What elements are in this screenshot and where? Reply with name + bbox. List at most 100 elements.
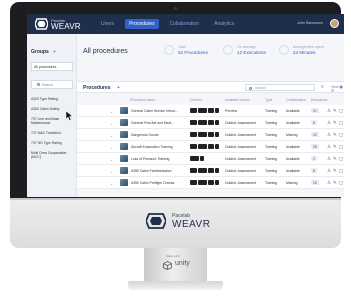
procedure-thumbnail <box>120 155 128 162</box>
sidebar-item-mcc[interactable]: Multi Crew Cooperation (MCC) <box>31 151 75 159</box>
user-icon[interactable]: ♙ <box>327 108 331 114</box>
edit-icon[interactable]: ✎ <box>333 156 337 162</box>
procedure-type: Training <box>265 157 278 161</box>
page-title: All procedures <box>83 48 128 55</box>
available-modes: Guided, Assessment <box>225 145 257 149</box>
imac-mockup: Pacelab WEAVR Users Procedures Collabora… <box>0 0 351 298</box>
col-collaboration[interactable]: Collaboration <box>286 98 306 102</box>
procedure-type: Training <box>265 109 278 113</box>
col-executions[interactable]: Executions <box>311 98 328 102</box>
executions-badge: 26 <box>311 144 319 149</box>
add-group-button[interactable]: + <box>53 49 56 55</box>
executions-badge: 8 <box>311 168 317 173</box>
delete-icon[interactable]: ▢ <box>339 180 343 186</box>
table-row[interactable]: ⌄ General First Aid and Medi... Guided, … <box>77 117 344 129</box>
chevron-down-icon[interactable]: ⌄ <box>110 181 113 186</box>
col-devices[interactable]: Devices <box>190 98 202 102</box>
table-row[interactable]: ⌄ Loss of Pressure Training Guided, Asse… <box>77 153 344 165</box>
filter-icon[interactable]: ≡ <box>321 84 324 90</box>
user-icon[interactable]: ♙ <box>327 144 331 150</box>
sidebar-item-737-ng[interactable]: 737 NG Type Rating <box>31 141 75 145</box>
executions-badge: 2 <box>311 156 317 161</box>
sidebar-item-737-max[interactable]: 737 MAX Transition <box>31 131 75 135</box>
unity-label: unity <box>175 260 190 267</box>
delete-icon[interactable]: ▢ <box>339 120 343 126</box>
table-row[interactable]: ⌄ Aircraft Evacuation Training Guided, A… <box>77 141 344 153</box>
user-icon[interactable]: ♙ <box>327 120 331 126</box>
delete-icon[interactable]: ▢ <box>339 156 343 162</box>
chevron-down-icon[interactable]: ⌄ <box>110 157 113 162</box>
chin-divider <box>10 198 341 200</box>
delete-icon[interactable]: ▢ <box>339 108 343 114</box>
app-logo[interactable]: Pacelab WEAVR <box>33 16 83 32</box>
available-modes: Preview <box>225 109 238 113</box>
user-icon[interactable]: ♙ <box>327 156 331 162</box>
chevron-down-icon[interactable]: ⌄ <box>110 169 113 174</box>
stat-value: 24 Minutes <box>293 50 316 55</box>
edit-icon[interactable]: ✎ <box>333 168 337 174</box>
procedure-name: Aircraft Evacuation Training <box>131 145 173 149</box>
delete-icon[interactable]: ▢ <box>339 132 343 138</box>
user-icon[interactable]: ♙ <box>327 168 331 174</box>
stat-label: Total <box>178 45 186 49</box>
procedure-name: General Cabin Service Introd... <box>131 109 178 113</box>
user-name[interactable]: John Stevenson <box>297 21 323 25</box>
sidebar-item-a320[interactable]: A320 Type Rating <box>31 97 75 101</box>
stat-ring-icon <box>223 45 233 55</box>
search-input[interactable]: Search <box>245 84 315 91</box>
delete-icon[interactable]: ▢ <box>339 144 343 150</box>
edit-icon[interactable]: ✎ <box>333 120 337 126</box>
tab-collaboration[interactable]: Collaboration <box>166 19 203 29</box>
view-toggle[interactable]: View ▦ ☰ <box>331 85 344 93</box>
table-header: Procedure name Devices Available modes T… <box>77 96 344 104</box>
procedure-name: General First Aid and Medi... <box>131 121 174 125</box>
tab-users[interactable]: Users <box>97 19 118 29</box>
tab-procedures[interactable]: Procedures <box>125 19 159 29</box>
table-row[interactable]: ⌄ Dangerous Goods Guided, Assessment Tra… <box>77 129 344 141</box>
col-modes[interactable]: Available modes <box>225 98 250 102</box>
edit-icon[interactable]: ✎ <box>333 132 337 138</box>
tab-analytics[interactable]: Analytics <box>210 19 238 29</box>
collaboration-status: Available <box>286 121 300 125</box>
grid-view-icon[interactable]: ▦ <box>340 85 343 89</box>
stat-value: 52 Procedures <box>178 50 208 55</box>
device-icons <box>190 120 220 125</box>
sidebar-search-input[interactable]: Search <box>31 80 73 89</box>
search-icon <box>249 86 252 90</box>
col-name[interactable]: Procedure name <box>130 98 155 102</box>
list-view-icon[interactable]: ☰ <box>331 89 334 93</box>
available-modes: Guided, Assessment <box>225 121 257 125</box>
device-icons <box>190 168 220 173</box>
available-modes: Guided, Assessment <box>225 157 257 161</box>
procedures-toolbar: Procedures + Search ≡ View ▦ ☰ <box>77 81 344 93</box>
procedure-thumbnail <box>120 107 128 114</box>
device-icons <box>190 132 220 137</box>
chevron-down-icon[interactable]: ⌄ <box>110 133 113 138</box>
table-row[interactable]: ⌄ A350 Cabin Preflight Checks Guided, As… <box>77 177 344 189</box>
procedure-type: Training <box>265 145 278 149</box>
stat-value: 12 Executions <box>237 50 266 55</box>
procedure-type: Training <box>265 169 278 173</box>
delete-icon[interactable]: ▢ <box>339 168 343 174</box>
chevron-down-icon[interactable]: ⌄ <box>110 109 113 114</box>
chevron-down-icon[interactable]: ⌄ <box>110 145 113 150</box>
col-type[interactable]: Type <box>265 98 272 102</box>
sidebar-item-all-procedures[interactable]: All procedures <box>31 62 73 71</box>
table-row[interactable]: ⌄ A350 Cabin Familiarization Guided, Ass… <box>77 165 344 177</box>
stat-ring-icon <box>164 45 174 55</box>
table-row[interactable]: ⌄ General Cabin Service Introd... Previe… <box>77 105 344 117</box>
user-icon[interactable]: ♙ <box>327 132 331 138</box>
screen: Pacelab WEAVR Users Procedures Collabora… <box>27 14 344 197</box>
edit-icon[interactable]: ✎ <box>333 180 337 186</box>
edit-icon[interactable]: ✎ <box>333 108 337 114</box>
procedure-thumbnail <box>120 167 128 174</box>
app-header: Pacelab WEAVR Users Procedures Collabora… <box>27 14 344 34</box>
user-icon[interactable]: ♙ <box>327 180 331 186</box>
stat-label: On average <box>237 45 256 49</box>
avatar[interactable] <box>330 19 339 28</box>
executions-badge: 6 <box>311 120 317 125</box>
chevron-down-icon[interactable]: ⌄ <box>110 121 113 126</box>
add-procedure-button[interactable]: + <box>117 85 120 91</box>
device-icons <box>190 156 220 161</box>
edit-icon[interactable]: ✎ <box>333 144 337 150</box>
